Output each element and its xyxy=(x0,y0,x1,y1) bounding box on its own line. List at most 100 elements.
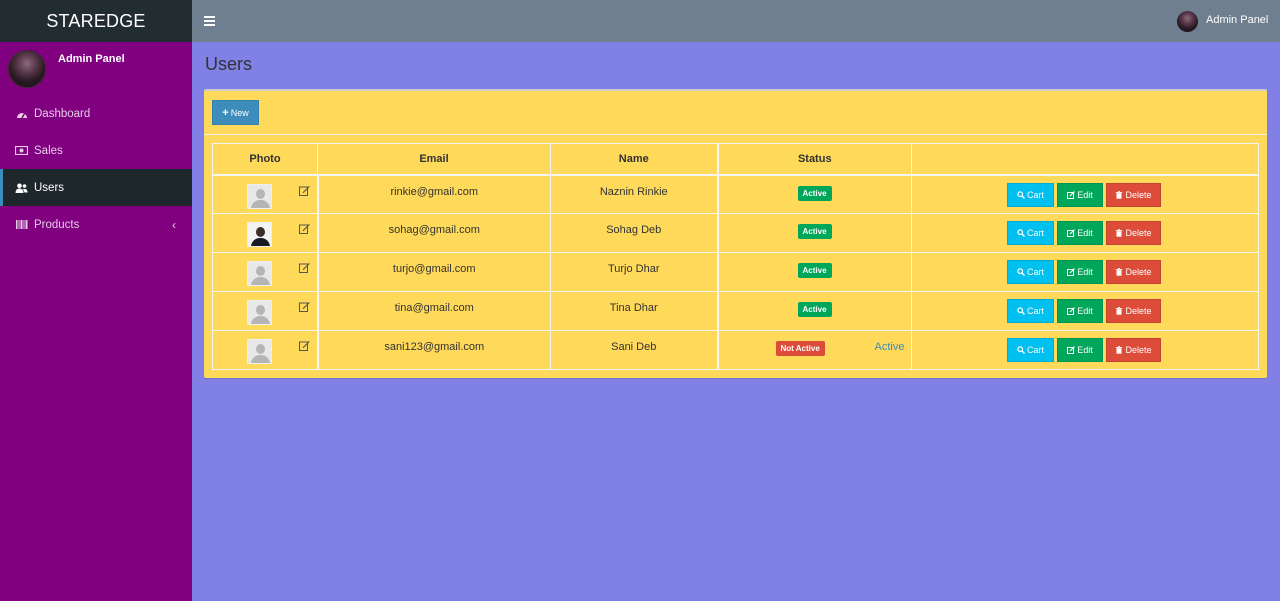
user-photo xyxy=(247,300,272,325)
delete-button[interactable]: Delete xyxy=(1106,338,1161,362)
brand-logo[interactable]: STAREDGE xyxy=(0,0,192,42)
users-table: Photo Email Name Status rinkie@gmail.com… xyxy=(212,143,1259,370)
name-cell: Sani Deb xyxy=(550,330,719,370)
actions-cell: Cart Edit Delete xyxy=(911,291,1259,331)
photo-cell xyxy=(212,174,319,214)
chevron-left-icon[interactable]: ‹ xyxy=(172,218,176,232)
photo-cell xyxy=(212,213,319,253)
edit-button[interactable]: Edit xyxy=(1057,182,1103,207)
name-cell: Sohag Deb xyxy=(550,213,719,253)
user-email: sohag@gmail.com xyxy=(388,224,480,236)
user-photo xyxy=(247,261,272,286)
new-user-button[interactable]: + New xyxy=(212,100,259,125)
photo-cell xyxy=(212,291,319,331)
edit-button[interactable]: Edit xyxy=(1057,299,1103,323)
user-panel: Admin Panel xyxy=(0,42,192,92)
activate-link[interactable]: Active xyxy=(875,341,905,353)
status-cell: Active xyxy=(717,213,912,253)
cart-button[interactable]: Cart xyxy=(1007,338,1054,362)
sidebar-item-label: Dashboard xyxy=(34,107,91,120)
avatar[interactable] xyxy=(1177,11,1198,32)
user-photo xyxy=(247,222,272,247)
user-name: Naznin Rinkie xyxy=(599,185,668,198)
edit-icon xyxy=(1067,307,1076,315)
status-cell: Not Active Active xyxy=(717,330,912,370)
edit-photo-icon[interactable] xyxy=(299,340,310,351)
sidebar-item-label: Users xyxy=(34,181,65,194)
user-photo xyxy=(247,183,272,209)
edit-photo-icon[interactable] xyxy=(299,262,310,273)
status-cell: Active xyxy=(717,291,912,331)
sidebar-item-sales[interactable]: Sales xyxy=(0,132,192,169)
delete-button[interactable]: Delete xyxy=(1106,182,1161,207)
trash-icon xyxy=(1116,346,1123,354)
table-row: sani123@gmail.com Sani Deb Not Active Ac… xyxy=(212,330,1259,370)
user-photo xyxy=(247,339,272,364)
sidebar-item-products[interactable]: Products ‹ xyxy=(0,206,192,243)
status-cell: Active xyxy=(717,252,912,292)
money-icon xyxy=(15,146,28,155)
table-header-row: Photo Email Name Status xyxy=(212,143,1259,176)
search-icon xyxy=(1017,229,1025,237)
sidebar-user-name: Admin Panel xyxy=(58,53,125,65)
table-row: turjo@gmail.com Turjo Dhar Active Cart E… xyxy=(212,252,1259,292)
trash-icon xyxy=(1116,307,1123,315)
edit-photo-icon[interactable] xyxy=(299,301,310,312)
column-header: Photo xyxy=(212,143,318,176)
plus-icon: + xyxy=(222,106,229,119)
edit-icon xyxy=(1067,229,1076,237)
delete-button[interactable]: Delete xyxy=(1106,221,1161,245)
sidebar-item-users[interactable]: Users xyxy=(0,169,192,206)
search-icon xyxy=(1017,307,1025,315)
user-email: turjo@gmail.com xyxy=(392,263,476,275)
cart-button[interactable]: Cart xyxy=(1007,260,1054,284)
dashboard-icon xyxy=(15,109,28,119)
topbar-user-name[interactable]: Admin Panel xyxy=(1206,14,1268,26)
edit-photo-icon[interactable] xyxy=(299,223,310,234)
user-name: Sani Deb xyxy=(611,341,657,353)
cart-button[interactable]: Cart xyxy=(1007,221,1054,245)
name-cell: Turjo Dhar xyxy=(550,252,719,292)
status-badge: Active xyxy=(797,302,832,317)
actions-cell: Cart Edit Delete xyxy=(911,330,1259,370)
user-name: Sohag Deb xyxy=(606,224,662,236)
user-email: sani123@gmail.com xyxy=(384,341,485,353)
page-title: Users xyxy=(205,54,253,74)
menu-toggle-icon[interactable] xyxy=(204,16,215,28)
name-cell: Naznin Rinkie xyxy=(550,174,719,214)
column-header: Email xyxy=(317,143,551,176)
search-icon xyxy=(1017,190,1025,199)
cart-button[interactable]: Cart xyxy=(1007,299,1054,323)
delete-button[interactable]: Delete xyxy=(1106,299,1161,323)
edit-icon xyxy=(1067,268,1076,276)
top-navbar: Admin Panel xyxy=(192,0,1280,42)
status-badge: Active xyxy=(797,263,832,278)
status-badge: Not Active xyxy=(775,341,825,356)
name-cell: Tina Dhar xyxy=(550,291,719,331)
edit-button[interactable]: Edit xyxy=(1057,260,1103,284)
sidebar: STAREDGE Admin Panel Dashboard Sales Use… xyxy=(0,0,192,601)
box-header: + New xyxy=(204,91,1267,135)
cart-button[interactable]: Cart xyxy=(1007,182,1054,207)
email-cell: tina@gmail.com xyxy=(317,291,551,331)
sidebar-item-dashboard[interactable]: Dashboard xyxy=(0,95,192,132)
table-row: sohag@gmail.com Sohag Deb Active Cart Ed… xyxy=(212,213,1259,253)
table-row: tina@gmail.com Tina Dhar Active Cart Edi… xyxy=(212,291,1259,331)
status-cell: Active xyxy=(717,174,912,214)
edit-photo-icon[interactable] xyxy=(299,185,310,196)
photo-cell xyxy=(212,252,319,292)
search-icon xyxy=(1017,346,1025,354)
edit-button[interactable]: Edit xyxy=(1057,221,1103,245)
trash-icon xyxy=(1116,229,1123,237)
edit-button[interactable]: Edit xyxy=(1057,338,1103,362)
actions-cell: Cart Edit Delete xyxy=(911,213,1259,253)
column-header xyxy=(911,143,1259,176)
actions-cell: Cart Edit Delete xyxy=(911,252,1259,292)
user-name: Turjo Dhar xyxy=(607,263,660,275)
column-header: Status xyxy=(717,143,912,176)
email-cell: sohag@gmail.com xyxy=(317,213,551,253)
delete-button[interactable]: Delete xyxy=(1106,260,1161,284)
users-box: + New Photo Email Name Status rinkie@gma… xyxy=(204,89,1267,378)
sidebar-item-label: Sales xyxy=(34,144,63,157)
avatar xyxy=(8,50,46,88)
